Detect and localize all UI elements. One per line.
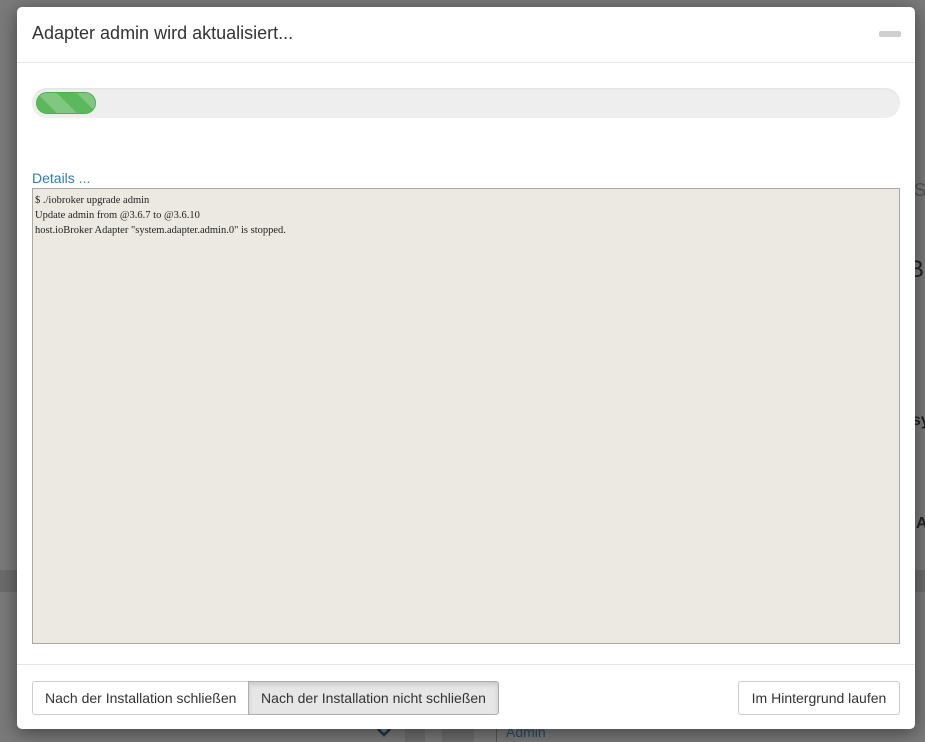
run-in-background-button[interactable]: Im Hintergrund laufen: [738, 681, 900, 715]
minimize-icon: [879, 31, 901, 37]
log-line: $ ./iobroker upgrade admin: [35, 195, 150, 206]
dialog-footer: Nach der Installation schließen Nach der…: [17, 664, 915, 729]
progress-bar: [32, 88, 900, 118]
keep-open-after-install-button[interactable]: Nach der Installation nicht schließen: [248, 681, 499, 715]
log-line: Update admin from @3.6.7 to @3.6.10: [35, 210, 200, 221]
background-bar: [0, 570, 18, 592]
background-fragment: S: [914, 180, 925, 200]
update-dialog: Adapter admin wird aktualisiert... Detai…: [17, 7, 915, 729]
dialog-title: Adapter admin wird aktualisiert...: [32, 23, 294, 43]
close-after-install-button[interactable]: Nach der Installation schließen: [32, 681, 249, 715]
log-line: host.ioBroker Adapter "system.adapter.ad…: [35, 225, 286, 236]
dialog-header: Adapter admin wird aktualisiert...: [17, 7, 915, 63]
progress-fill: [36, 92, 96, 114]
details-link[interactable]: Details ...: [32, 170, 90, 186]
background-fragment: A: [916, 515, 925, 532]
log-output[interactable]: $ ./iobroker upgrade admin Update admin f…: [32, 188, 900, 644]
minimize-button[interactable]: [879, 31, 901, 41]
background-bar: [915, 570, 925, 592]
